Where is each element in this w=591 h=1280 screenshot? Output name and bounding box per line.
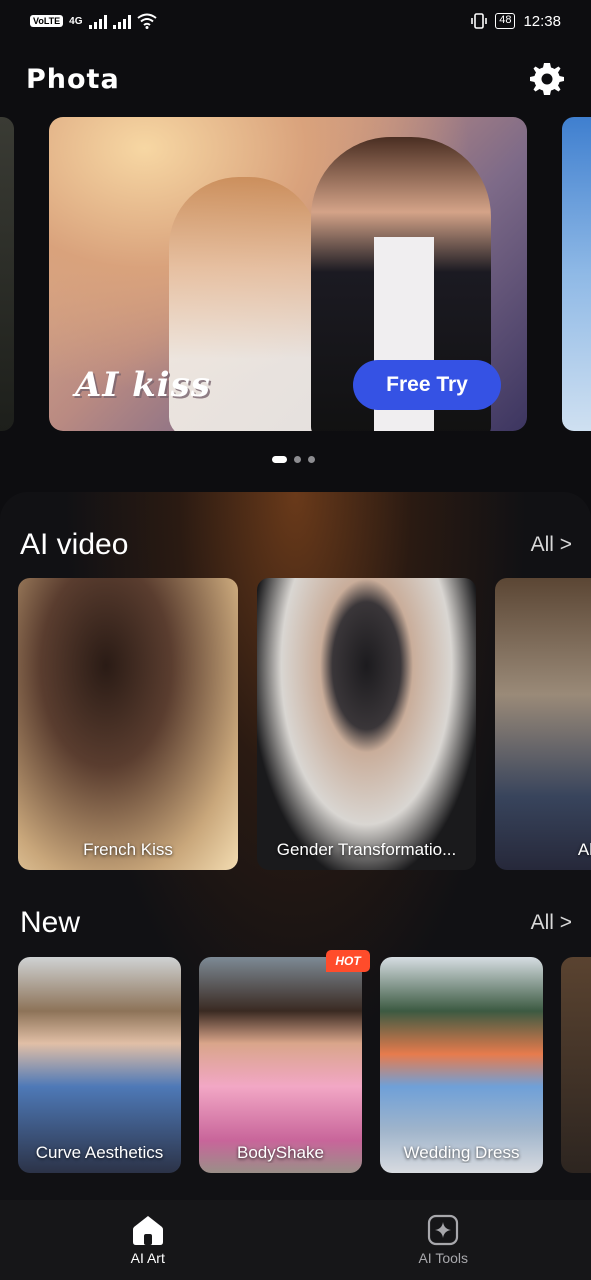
hero-carousel[interactable]: AI kiss Free Try [0,117,591,431]
new-card-partial[interactable] [561,957,591,1173]
video-card-label: Al [577,840,591,859]
carousel-pagination [272,456,315,463]
hot-badge: HOT [326,950,370,972]
signal-icon-2 [112,13,131,29]
new-card-curve-aesthetics[interactable]: Curve Aesthetics [18,957,181,1173]
new-card-label: BodyShake [237,1143,324,1162]
bottom-nav: AI Art AI Tools [0,1200,591,1280]
battery-icon: 48 [495,13,516,29]
new-card-wedding-dress[interactable]: Wedding Dress [380,957,543,1173]
clock: 12:38 [523,12,561,30]
vibrate-icon [471,13,488,29]
section-title-ai-video: AI video [20,528,129,561]
signal-icon [88,13,107,29]
new-card-bodyshake[interactable]: BodyShake [199,957,362,1173]
carousel-next-card[interactable] [562,117,591,431]
section-title-new: New [20,906,81,939]
free-try-button[interactable]: Free Try [353,360,501,410]
ai-video-header: AI video All > [20,528,572,562]
app-title: Phota [26,63,120,95]
pagination-dot [308,456,315,463]
carousel-prev-card[interactable] [0,117,14,431]
ai-video-all-link[interactable]: All > [531,533,572,557]
wifi-icon [136,13,157,29]
status-left: VoLTE 4G [30,13,157,29]
video-card-label: Gender Transformatio... [276,840,457,859]
hero-banner[interactable]: AI kiss Free Try [49,117,527,431]
video-card-label: French Kiss [83,840,173,859]
hero-label: AI kiss [75,365,211,405]
video-card-gender-transformation[interactable]: Gender Transformatio... [257,578,476,870]
volte-badge: VoLTE [30,15,64,27]
network-type: 4G [69,15,83,27]
nav-label: AI Tools [418,1250,469,1266]
video-card-french-kiss[interactable]: French Kiss [18,578,238,870]
pagination-dot [294,456,301,463]
home-icon [132,1216,163,1245]
pagination-dot-active [272,456,287,463]
gear-icon[interactable] [529,61,565,97]
status-right: 48 12:38 [471,13,561,30]
sparkle-icon [428,1214,459,1246]
new-all-link[interactable]: All > [531,911,572,935]
nav-item-ai-tools[interactable]: AI Tools [296,1200,591,1280]
new-card-label: Wedding Dress [403,1143,520,1162]
status-bar: VoLTE 4G 48 12:38 [0,0,591,42]
video-card-partial[interactable]: Al [495,578,591,870]
new-section-header: New All > [20,906,572,940]
nav-item-ai-art[interactable]: AI Art [0,1200,296,1280]
nav-label: AI Art [130,1250,165,1266]
app-header: Phota [0,54,591,104]
new-card-label: Curve Aesthetics [35,1143,164,1162]
